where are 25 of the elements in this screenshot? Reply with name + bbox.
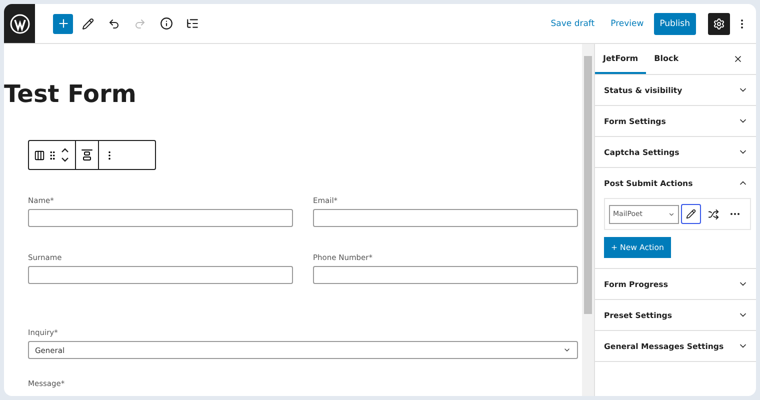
drag-handle-icon[interactable] xyxy=(47,150,58,160)
settings-button[interactable] xyxy=(708,12,730,34)
input-field[interactable] xyxy=(28,209,293,227)
scrollbar-thumb[interactable] xyxy=(584,56,592,314)
publish-button[interactable]: Publish xyxy=(654,12,696,34)
toolbar-link[interactable]: Save draft xyxy=(544,12,601,34)
input-field[interactable] xyxy=(28,266,293,284)
settings-icon xyxy=(713,18,725,30)
columns-icon[interactable] xyxy=(34,150,45,160)
wordpress-logo-icon xyxy=(10,14,30,34)
pencil-icon xyxy=(686,209,696,219)
move-up-down-icon[interactable] xyxy=(60,146,70,164)
sidebar-tab[interactable]: Block xyxy=(646,44,687,74)
sidebar-tab[interactable]: JetForm xyxy=(595,44,646,74)
input-field[interactable] xyxy=(313,209,578,227)
wordpress-logo[interactable] xyxy=(4,4,35,43)
chevron-down-icon xyxy=(668,210,675,218)
align-top-icon[interactable] xyxy=(81,149,93,161)
chevron-down-icon xyxy=(563,346,571,354)
add-block-button[interactable] xyxy=(53,14,73,34)
input-field[interactable] xyxy=(313,266,578,284)
plus-icon xyxy=(56,17,70,30)
toolbar-link[interactable]: Preview xyxy=(604,12,650,34)
form-title: Test Form xyxy=(4,80,138,108)
edit-button[interactable] xyxy=(681,204,701,224)
